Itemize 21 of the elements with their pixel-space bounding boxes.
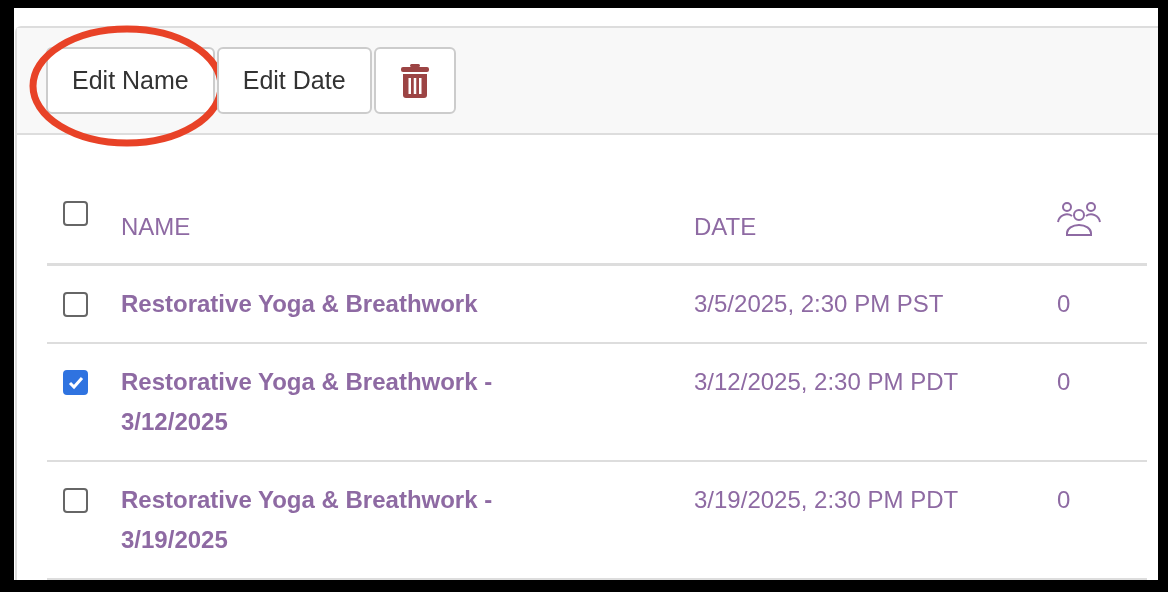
check-icon: [67, 375, 84, 390]
attendee-count: 0: [1057, 486, 1071, 513]
event-date: 3/5/2025, 2:30 PM PST: [694, 290, 944, 317]
column-header[interactable]: NAME: [121, 213, 191, 240]
delete-button[interactable]: [373, 47, 456, 114]
attendee-count: 0: [1057, 290, 1071, 317]
edit-button[interactable]: Edit Date: [216, 47, 372, 114]
event-name-link[interactable]: Restorative Yoga & Breathwork - 3/19/2025: [121, 480, 541, 560]
column-header[interactable]: DATE: [694, 213, 757, 240]
event-date: 3/12/2025, 2:30 PM PDT: [694, 368, 959, 395]
select-all-checkbox[interactable]: [63, 201, 88, 226]
row-checkbox[interactable]: [63, 488, 88, 513]
attendee-count: 0: [1057, 368, 1071, 395]
event-name-link[interactable]: Restorative Yoga & Breathwork: [121, 284, 541, 324]
edit-button[interactable]: Edit Name: [46, 47, 215, 114]
row-checkbox[interactable]: [63, 292, 88, 317]
row-checkbox[interactable]: [63, 370, 88, 395]
event-name-link[interactable]: Restorative Yoga & Breathwork - 3/12/2025: [121, 362, 541, 442]
people-icon: [1057, 201, 1101, 237]
event-date: 3/19/2025, 2:30 PM PDT: [694, 486, 959, 513]
trash-icon: [400, 63, 429, 98]
